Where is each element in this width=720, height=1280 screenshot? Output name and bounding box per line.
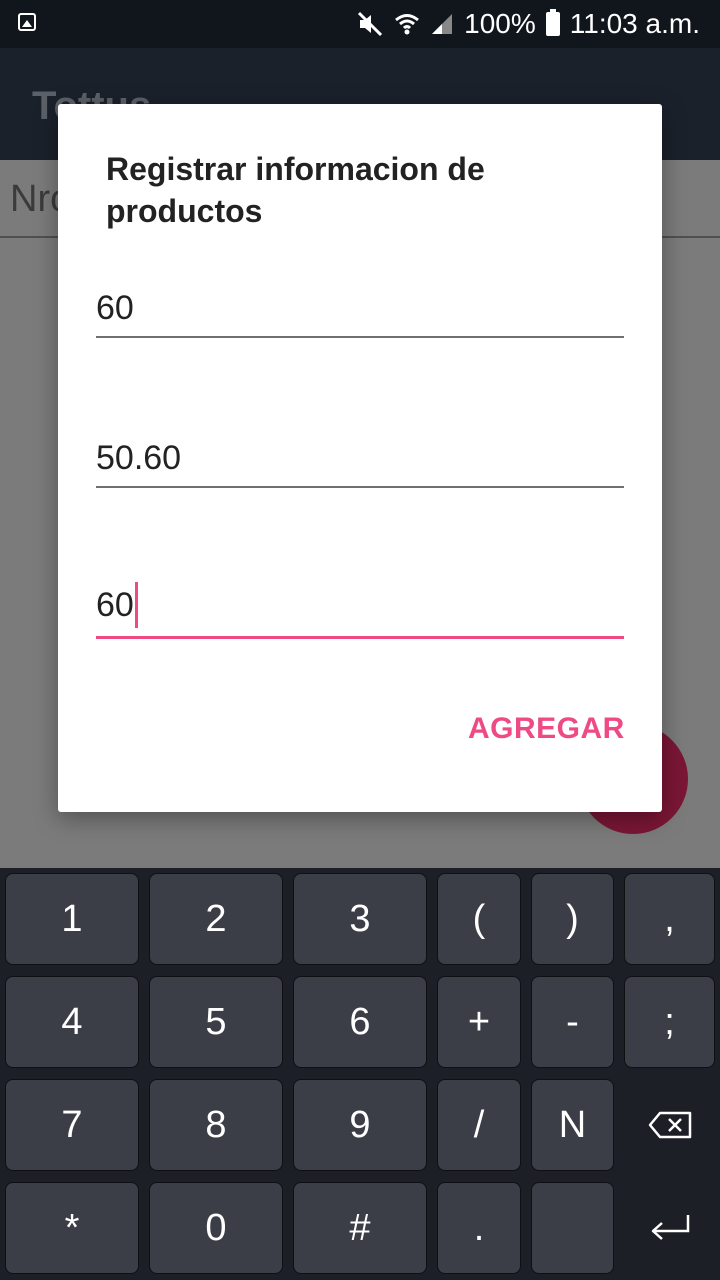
key-label: ; [664, 1000, 675, 1043]
mute-icon [356, 10, 384, 38]
key-label: 8 [205, 1103, 227, 1146]
key-label: - [566, 1000, 579, 1043]
key-label: 9 [349, 1103, 371, 1146]
battery-icon [545, 9, 560, 36]
key-label: 2 [205, 897, 227, 940]
key-label: 5 [205, 1000, 227, 1043]
signal-icon [430, 12, 454, 36]
product-field-1[interactable]: 60 [96, 276, 624, 338]
backspace-icon [648, 1111, 691, 1139]
product-field-2-value: 50.60 [96, 439, 182, 477]
key-slash[interactable]: / [437, 1079, 521, 1171]
status-bar-right: 100% 11:03 a.m. [356, 0, 700, 48]
key-asterisk[interactable]: * [5, 1182, 139, 1274]
product-field-2[interactable]: 50.60 [96, 426, 624, 488]
key-4[interactable]: 4 [5, 976, 139, 1068]
product-field-3-value: 60 [96, 585, 134, 624]
enter-key[interactable] [624, 1182, 715, 1274]
key-close-paren[interactable]: ) [531, 873, 614, 965]
wifi-icon [394, 11, 420, 37]
key-minus[interactable]: - [531, 976, 614, 1068]
key-label: , [664, 897, 675, 940]
text-cursor [134, 582, 138, 628]
key-label: * [64, 1206, 80, 1249]
key-label: 6 [349, 1000, 371, 1043]
numeric-keyboard: 1 2 3 ( ) , 4 5 6 + - ; 7 8 9 / N * 0 # … [0, 868, 720, 1280]
key-9[interactable]: 9 [293, 1079, 427, 1171]
key-plus[interactable]: + [437, 976, 521, 1068]
key-label: + [467, 1000, 491, 1043]
key-comma[interactable]: , [624, 873, 715, 965]
key-label: / [473, 1103, 485, 1146]
key-label: 1 [61, 897, 83, 940]
key-label: 7 [61, 1103, 83, 1146]
product-field-1-value: 60 [96, 289, 134, 327]
key-8[interactable]: 8 [149, 1079, 283, 1171]
product-field-3[interactable]: 60 [96, 576, 624, 639]
key-0[interactable]: 0 [149, 1182, 283, 1274]
key-n[interactable]: N [531, 1079, 614, 1171]
key-period[interactable]: . [437, 1182, 521, 1274]
backspace-key[interactable] [624, 1079, 715, 1171]
key-label: # [349, 1206, 371, 1249]
agregar-button[interactable]: AGREGAR [468, 712, 625, 746]
key-label: ( [472, 897, 486, 940]
key-open-paren[interactable]: ( [437, 873, 521, 965]
register-products-dialog: Registrar informacion de productos 60 50… [58, 104, 662, 812]
key-5[interactable]: 5 [149, 976, 283, 1068]
key-label: 0 [205, 1206, 227, 1249]
key-label: . [473, 1206, 485, 1249]
key-7[interactable]: 7 [5, 1079, 139, 1171]
image-notification-icon [18, 13, 36, 31]
key-6[interactable]: 6 [293, 976, 427, 1068]
key-label: 4 [61, 1000, 83, 1043]
key-2[interactable]: 2 [149, 873, 283, 965]
clock: 11:03 a.m. [569, 8, 700, 39]
key-semicolon[interactable]: ; [624, 976, 715, 1068]
battery-percent: 100% [464, 8, 536, 39]
product-field-3-wrap: 60 [96, 582, 138, 628]
key-3[interactable]: 3 [293, 873, 427, 965]
dialog-title: Registrar informacion de productos [106, 151, 485, 229]
enter-icon [651, 1215, 689, 1240]
key-1[interactable]: 1 [5, 873, 139, 965]
key-hash[interactable]: # [293, 1182, 427, 1274]
key-space[interactable] [531, 1182, 614, 1274]
key-label: 3 [349, 897, 371, 940]
key-label: N [558, 1103, 587, 1146]
status-bar: 100% 11:03 a.m. [0, 0, 720, 48]
key-label: ) [566, 897, 579, 940]
